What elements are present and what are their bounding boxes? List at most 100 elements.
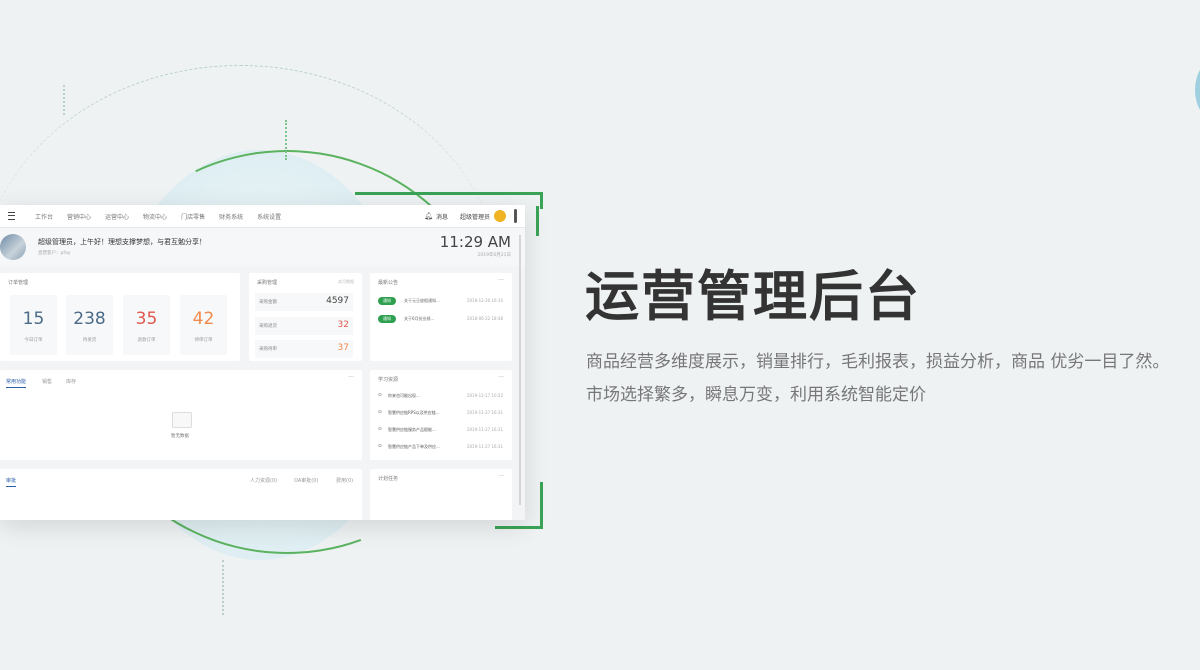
decorative-dotted-line-bottom	[222, 560, 224, 615]
empty-state-text: 暂无数据	[171, 434, 189, 439]
decorative-dotted-line-top	[285, 120, 287, 160]
scroll-indicator	[514, 209, 517, 223]
notice-item[interactable]: 通知 关于6月份业绩... 2018-06-22 18:48	[378, 315, 503, 325]
stat-value: 15	[22, 309, 45, 329]
study-date: 2019-11-27 16:31	[466, 410, 503, 415]
nav-item-operations[interactable]: 运营中心	[105, 212, 129, 221]
orders-title: 订单管理	[8, 280, 29, 286]
study-item[interactable]: ⊙ 智慧供应链服务产品赋能... 2019-11-27 16:31	[378, 426, 503, 436]
doc-icon: ⊙	[378, 444, 382, 449]
study-card: 学习资源 ··· ⊙ 你来也可能出现... 2019-12-17 10:22 ⊙…	[370, 370, 512, 460]
description-line-2: 市场选择繁多，瞬息万变，利用系统智能定价	[586, 385, 926, 405]
study-date: 2019-11-27 16:31	[466, 427, 503, 432]
notice-text: 关于6月份业绩...	[404, 316, 435, 321]
notice-text: 关于元旦放假通知...	[404, 298, 440, 303]
notice-date: 2018-12-20 16:10	[466, 298, 503, 303]
stat-today-orders[interactable]: 15 今日订单	[10, 295, 57, 355]
stat-label: 待审订单	[194, 338, 213, 343]
notice-tag: 通知	[378, 297, 396, 305]
purchase-row-label: 采购金额	[259, 300, 277, 305]
study-item[interactable]: ⊙ 智慧供应链产品下单及供应... 2019-11-27 16:31	[378, 443, 503, 453]
nav-item-finance[interactable]: 财务系统	[219, 212, 243, 221]
page-title: 运营管理后台	[585, 265, 921, 328]
notice-tag: 通知	[378, 315, 396, 323]
purchase-row-value: 4597	[326, 296, 349, 306]
study-text: 智慧供应链产品下单及供应...	[388, 444, 440, 449]
tab-expense[interactable]: 费用(0)	[336, 477, 353, 484]
empty-state-icon	[172, 412, 192, 428]
functions-card: 常用功能 销售 库存 ··· 暂无数据	[0, 370, 362, 460]
nav-item-workbench[interactable]: 工作台	[35, 212, 53, 221]
greeting-text: 超级管理员，上午好！理想支撑梦想，与君互勉分享！	[38, 238, 206, 246]
tab-common-functions[interactable]: 常用功能	[6, 378, 27, 388]
bell-icon[interactable]: 🔔︎	[424, 212, 433, 220]
more-icon[interactable]: ···	[498, 473, 504, 480]
doc-icon: ⊙	[378, 410, 382, 415]
tab-hr[interactable]: 人力资源(0)	[250, 477, 277, 484]
more-icon[interactable]: ···	[498, 277, 504, 284]
orders-card: 订单管理 15 今日订单 238 待发货 35 退款订单 42 待审订单	[0, 273, 240, 361]
purchase-row[interactable]: 采购金额 4597	[255, 293, 353, 311]
purchase-row[interactable]: 采购退货 32	[255, 317, 353, 335]
tab-inventory[interactable]: 库存	[66, 378, 76, 385]
doc-icon: ⊙	[378, 393, 382, 398]
vertical-scrollbar[interactable]	[519, 235, 521, 505]
notices-card: 最新公告 ··· 通知 关于元旦放假通知... 2018-12-20 16:10…	[370, 273, 512, 361]
nav-item-marketing[interactable]: 营销中心	[67, 212, 91, 221]
tab-sales[interactable]: 销售	[42, 378, 52, 385]
purchase-row-label: 采购待审	[259, 347, 277, 352]
study-title: 学习资源	[378, 377, 399, 383]
decorative-dotted-line-left	[63, 85, 65, 115]
plan-card: 计划任务 ···	[370, 469, 512, 520]
page-description: 商品经营多维度展示，销量排行，毛利报表，损益分析，商品 优劣一目了然。 市场选择…	[586, 346, 1169, 412]
nav-item-retail[interactable]: 门店零售	[181, 212, 205, 221]
more-icon[interactable]: ···	[348, 374, 354, 381]
purchase-hint: 本月数据	[338, 279, 354, 284]
dashboard-screenshot: 工作台 营销中心 运营中心 物流中心 门店零售 财务系统 系统设置 🔔︎ 消息 …	[0, 205, 525, 520]
notice-date: 2018-06-22 18:48	[466, 316, 503, 321]
stat-to-ship[interactable]: 238 待发货	[66, 295, 113, 355]
user-avatar[interactable]	[494, 210, 506, 222]
stat-value: 42	[192, 309, 215, 329]
study-text: 智慧供应链RPS以及供应链...	[388, 410, 440, 415]
frame-edge-right	[536, 206, 539, 236]
doc-icon: ⊙	[378, 427, 382, 432]
clock: 11:29 AM	[439, 233, 511, 251]
stat-pending-review[interactable]: 42 待审订单	[180, 295, 227, 355]
study-date: 2019-11-27 16:31	[466, 444, 503, 449]
profile-avatar	[0, 234, 26, 260]
notices-title: 最新公告	[378, 280, 399, 286]
purchase-row-value: 37	[337, 343, 349, 353]
study-text: 你来也可能出现...	[388, 393, 420, 398]
date: 2019年6月21日	[477, 253, 511, 258]
study-text: 智慧供应链服务产品赋能...	[388, 427, 436, 432]
study-item[interactable]: ⊙ 智慧供应链RPS以及供应链... 2019-11-27 16:31	[378, 409, 503, 419]
stat-refund-orders[interactable]: 35 退款订单	[123, 295, 170, 355]
study-date: 2019-12-17 10:22	[466, 393, 503, 398]
more-icon[interactable]: ···	[498, 374, 504, 381]
purchase-title: 采购管理	[257, 280, 278, 286]
purchase-card: 采购管理 本月数据 采购金额 4597 采购退货 32 采购待审 37	[249, 273, 362, 361]
tab-approval[interactable]: 审批	[6, 477, 17, 487]
stat-label: 今日订单	[24, 338, 43, 343]
tab-oa[interactable]: OA审批(0)	[294, 477, 318, 484]
dashboard-topbar: 工作台 营销中心 运营中心 物流中心 门店零售 财务系统 系统设置 🔔︎ 消息 …	[0, 205, 525, 228]
nav-item-logistics[interactable]: 物流中心	[143, 212, 167, 221]
greeting-bar: 超级管理员，上午好！理想支撑梦想，与君互勉分享！ 直营客户：pfay 11:29…	[0, 228, 525, 266]
messages-link[interactable]: 消息	[436, 212, 448, 221]
decorative-right-circle	[1195, 60, 1200, 120]
purchase-row-value: 32	[337, 320, 349, 330]
greeting-subtext: 直营客户：pfay	[38, 251, 71, 256]
stat-value: 238	[73, 309, 106, 329]
purchase-row-label: 采购退货	[259, 324, 277, 329]
study-item[interactable]: ⊙ 你来也可能出现... 2019-12-17 10:22	[378, 392, 503, 402]
menu-icon[interactable]	[8, 212, 15, 220]
approval-card: 审批 人力资源(0) OA审批(0) 费用(0)	[0, 469, 362, 520]
stat-label: 退款订单	[137, 338, 156, 343]
notice-item[interactable]: 通知 关于元旦放假通知... 2018-12-20 16:10	[378, 297, 503, 307]
nav-item-settings[interactable]: 系统设置	[257, 212, 281, 221]
stat-label: 待发货	[82, 338, 97, 343]
purchase-row[interactable]: 采购待审 37	[255, 340, 353, 358]
user-name[interactable]: 超级管理员	[460, 212, 490, 221]
plan-title: 计划任务	[378, 476, 399, 482]
